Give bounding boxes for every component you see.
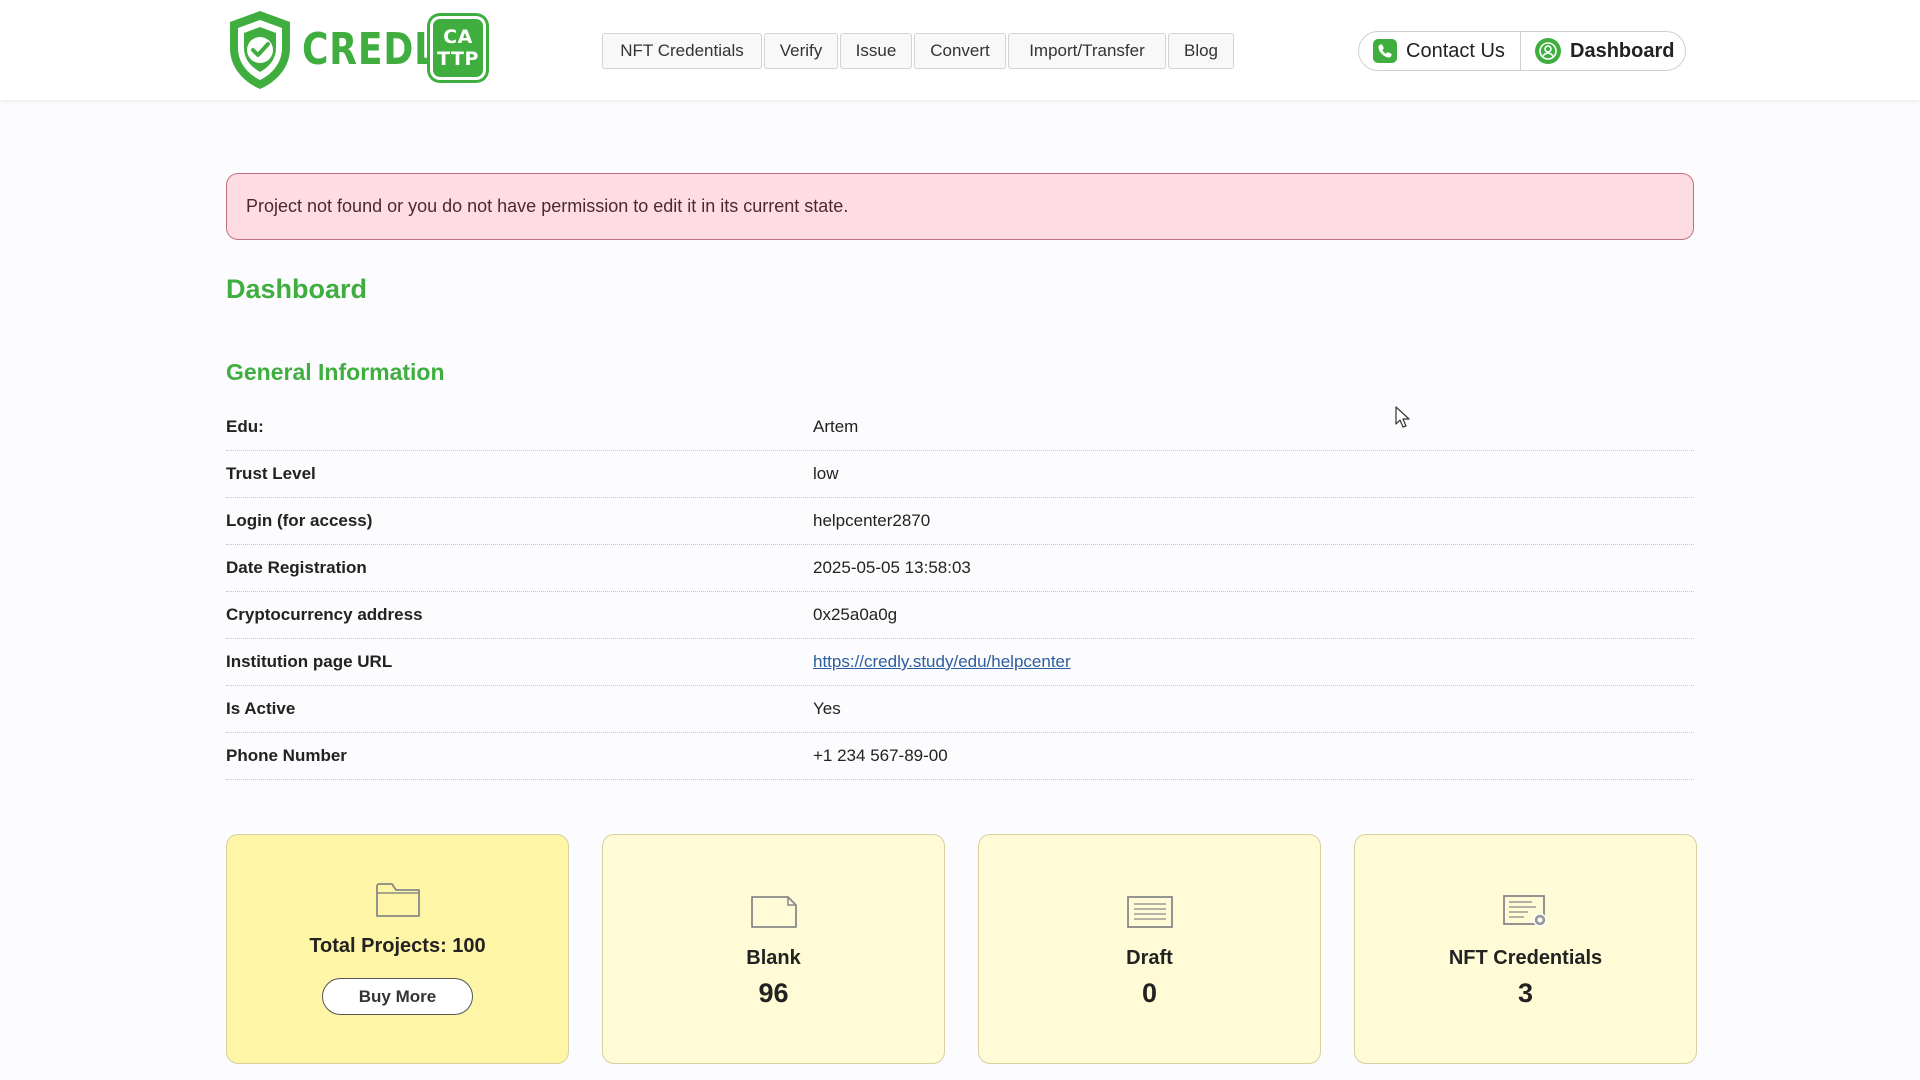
- info-value: https://credly.study/edu/helpcenter: [813, 652, 1071, 672]
- info-label: Institution page URL: [226, 652, 393, 671]
- brand-badge: CA TTP: [430, 16, 486, 80]
- info-row-institution-url: Institution page URL https://credly.stud…: [226, 639, 1694, 686]
- info-value: +1 234 567-89-00: [813, 746, 948, 765]
- contact-us-button[interactable]: Contact Us: [1359, 32, 1521, 70]
- info-row-trust-level: Trust Level low: [226, 451, 1694, 498]
- info-row-edu: Edu: Artem: [226, 404, 1694, 451]
- dashboard-label: Dashboard: [1570, 39, 1675, 62]
- contact-us-label: Contact Us: [1406, 39, 1505, 62]
- info-label: Trust Level: [226, 464, 316, 483]
- nft-credentials-title: NFT Credentials: [1448, 947, 1603, 969]
- nft-credentials-count: 3: [1517, 978, 1534, 1008]
- info-value: low: [813, 464, 839, 483]
- nav-blog[interactable]: Blog: [1168, 33, 1234, 69]
- brand-badge-line2: TTP: [437, 48, 479, 70]
- document-icon: [750, 891, 798, 933]
- site-header: CREDLY CA TTP NFT Credentials Verify Iss…: [0, 0, 1920, 100]
- main-nav: NFT Credentials Verify Issue Convert Imp…: [602, 33, 1234, 69]
- info-label: Date Registration: [226, 558, 367, 577]
- info-value: helpcenter2870: [813, 511, 931, 530]
- shield-check-icon: [230, 11, 290, 89]
- mouse-pointer-icon: [1395, 406, 1410, 428]
- institution-page-link[interactable]: https://credly.study/edu/helpcenter: [813, 652, 1071, 671]
- credly-logo[interactable]: CREDLY CA TTP: [224, 8, 486, 92]
- dashboard-button[interactable]: Dashboard: [1521, 32, 1685, 70]
- user-icon: [1535, 38, 1561, 64]
- info-label: Edu:: [226, 417, 264, 436]
- info-value: Artem: [813, 417, 859, 436]
- draft-title: Draft: [1126, 947, 1173, 969]
- nav-issue[interactable]: Issue: [840, 33, 912, 69]
- buy-more-button[interactable]: Buy More: [322, 978, 473, 1015]
- general-info-table: Edu: Artem Trust Level low Login (for ac…: [226, 404, 1694, 780]
- blank-count: 96: [758, 978, 789, 1008]
- nav-verify[interactable]: Verify: [764, 33, 838, 69]
- error-alert: Project not found or you do not have per…: [226, 173, 1694, 240]
- alert-message: Project not found or you do not have per…: [246, 196, 849, 216]
- info-value: 0x25a0a0g: [813, 605, 898, 624]
- certificate-icon: [1502, 891, 1550, 933]
- info-label: Phone Number: [226, 746, 347, 765]
- stats-cards: Total Projects: 100 Buy More Blank 96 Dr…: [226, 834, 1697, 1064]
- folder-icon: [374, 879, 422, 921]
- info-value: Yes: [813, 699, 841, 718]
- page-title: Dashboard: [226, 274, 368, 304]
- info-row-crypto-address: Cryptocurrency address 0x25a0a0g: [226, 592, 1694, 639]
- brand-badge-line1: CA: [443, 26, 473, 48]
- draft-count: 0: [1141, 978, 1158, 1008]
- total-projects-label: Total Projects: 100: [309, 935, 486, 957]
- phone-icon: [1373, 39, 1397, 63]
- info-row-is-active: Is Active Yes: [226, 686, 1694, 733]
- draft-icon: [1126, 891, 1174, 933]
- header-actions: Contact Us Dashboard: [1358, 31, 1686, 71]
- info-row-phone-number: Phone Number +1 234 567-89-00: [226, 733, 1694, 780]
- draft-card: Draft 0: [978, 834, 1321, 1064]
- nft-credentials-card: NFT Credentials 3: [1354, 834, 1697, 1064]
- info-value: 2025-05-05 13:58:03: [813, 558, 971, 577]
- nav-convert[interactable]: Convert: [914, 33, 1006, 69]
- info-label: Is Active: [226, 699, 296, 718]
- nav-nft-credentials[interactable]: NFT Credentials: [602, 33, 762, 69]
- section-title: General Information: [226, 359, 445, 385]
- info-row-date-registration: Date Registration 2025-05-05 13:58:03: [226, 545, 1694, 592]
- info-label: Login (for access): [226, 511, 373, 530]
- info-row-login: Login (for access) helpcenter2870: [226, 498, 1694, 545]
- blank-card: Blank 96: [602, 834, 945, 1064]
- blank-title: Blank: [746, 947, 801, 969]
- total-projects-card: Total Projects: 100 Buy More: [226, 834, 569, 1064]
- info-label: Cryptocurrency address: [226, 605, 423, 624]
- nav-import-transfer[interactable]: Import/Transfer: [1008, 33, 1166, 69]
